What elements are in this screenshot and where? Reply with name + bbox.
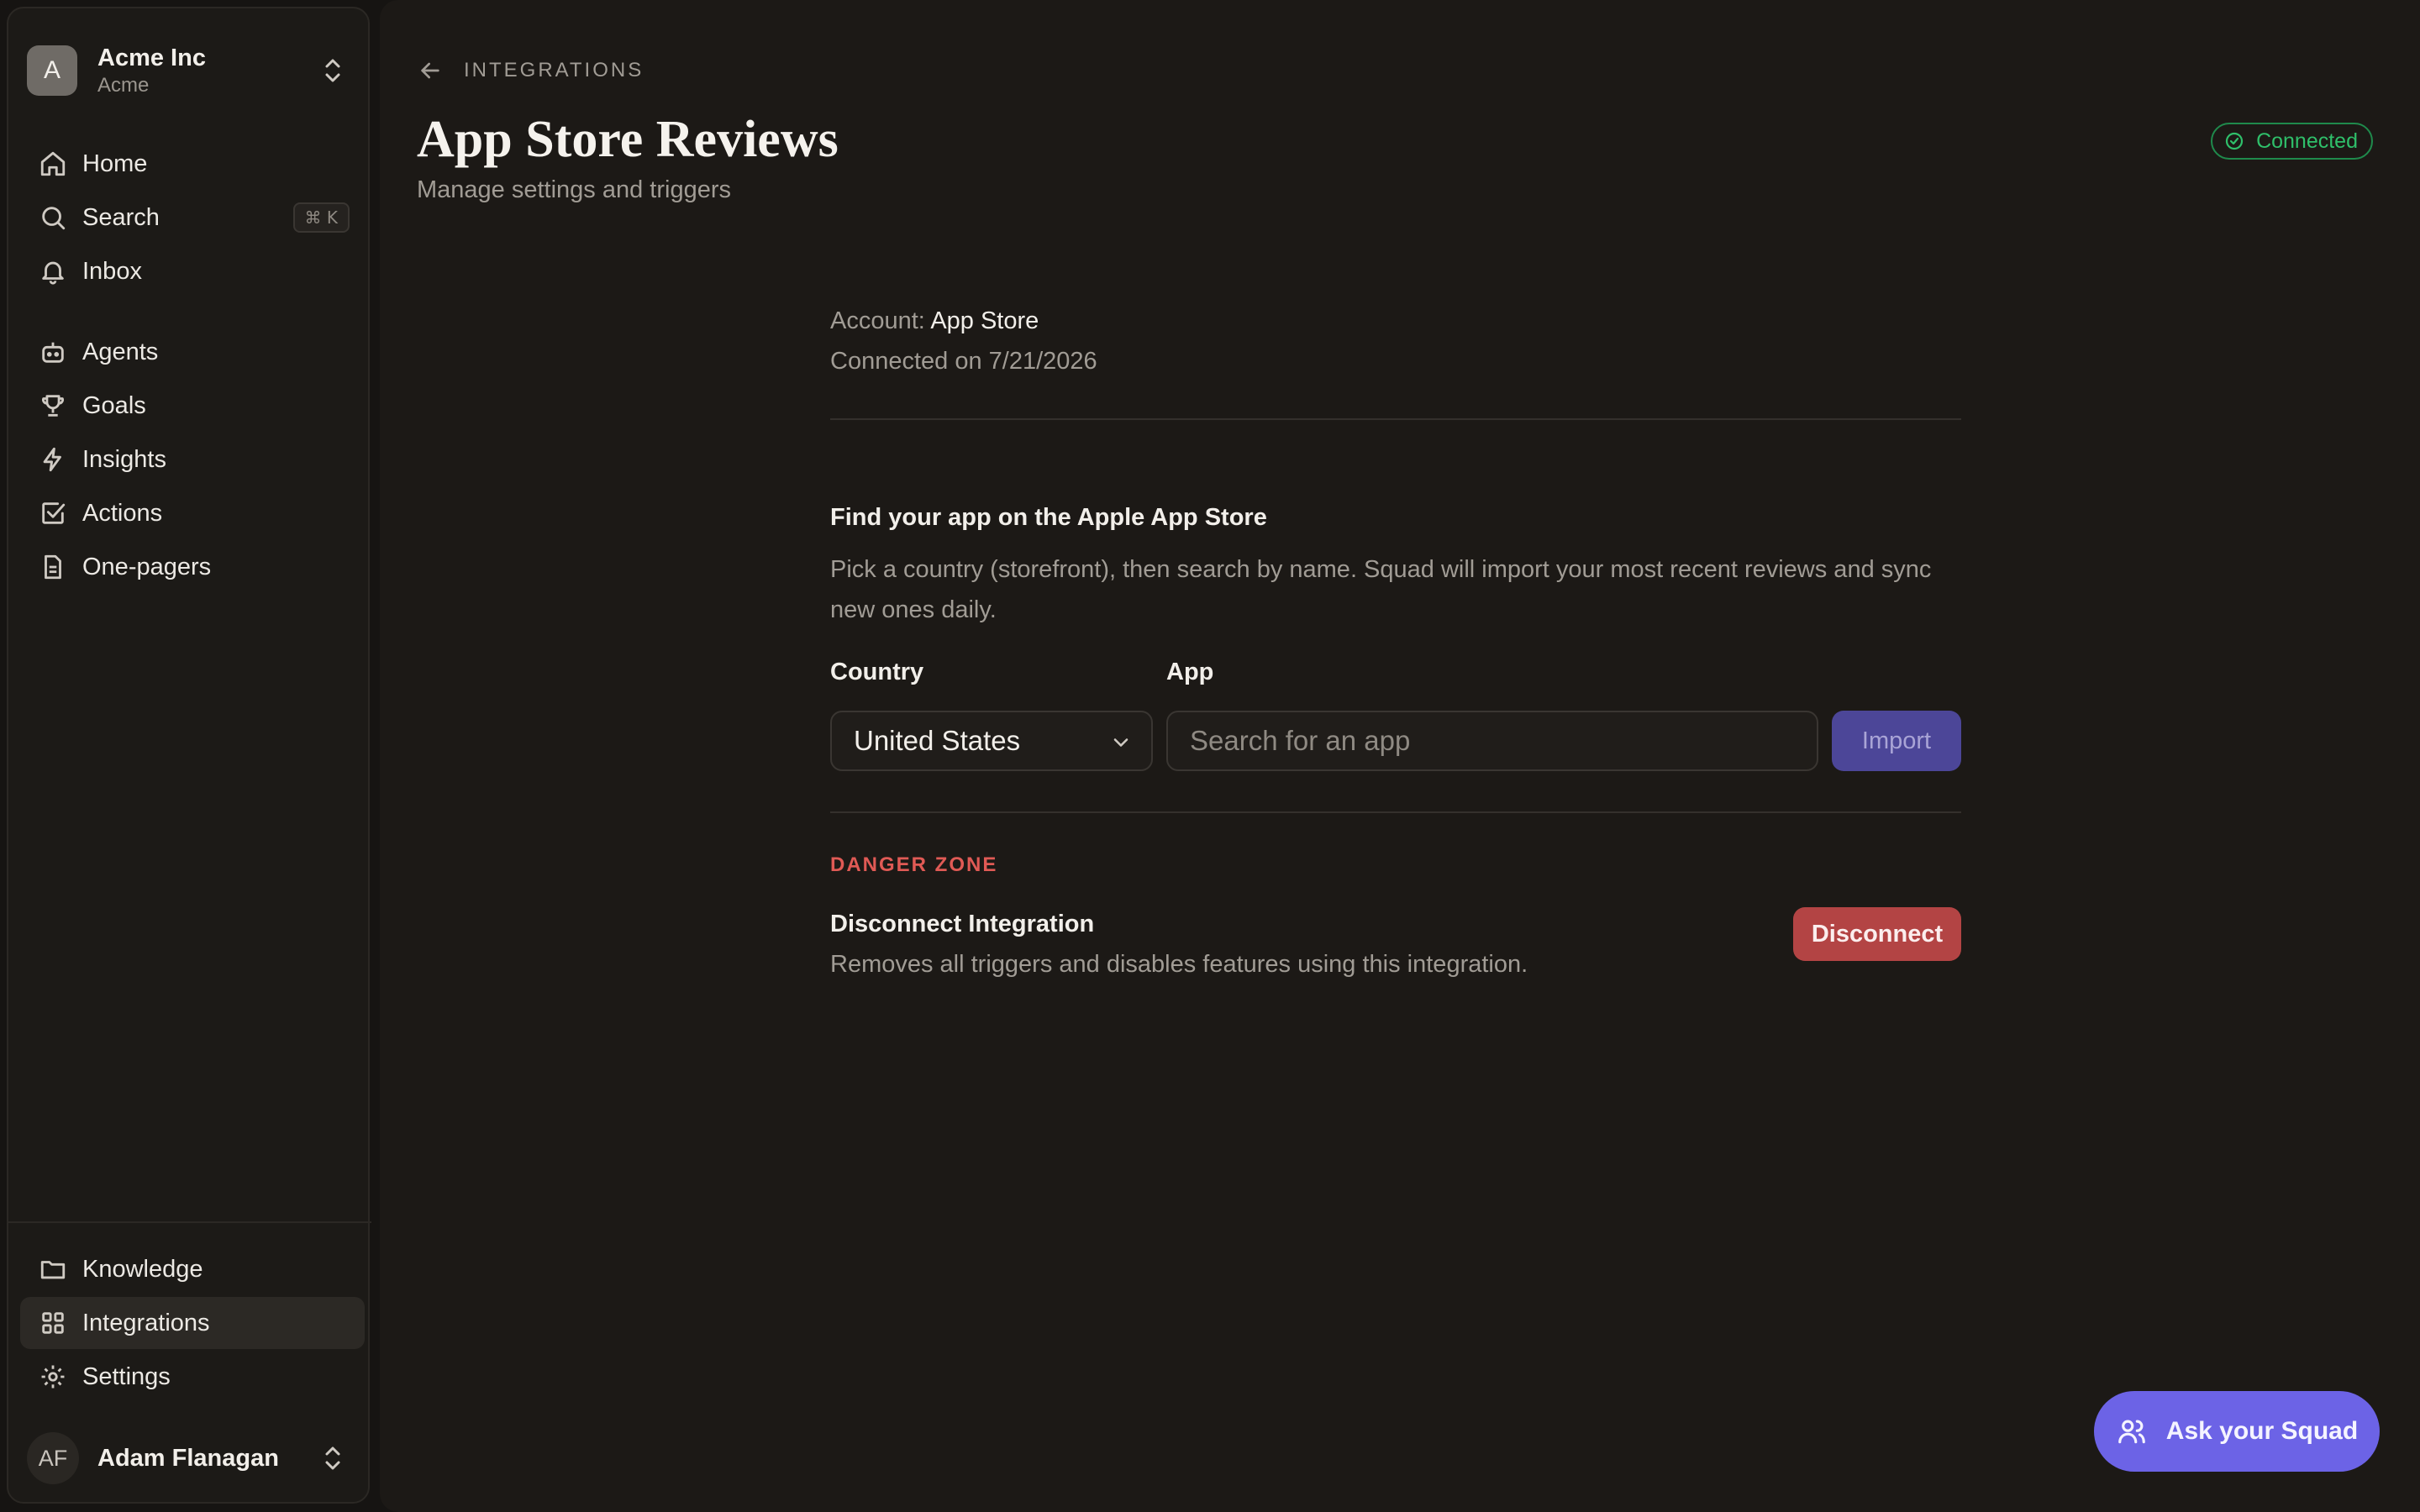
account-label: Account:	[830, 307, 925, 334]
sidebar-item-label: Insights	[82, 445, 166, 473]
lightning-icon	[43, 447, 61, 472]
find-app-description: Pick a country (storefront), then search…	[830, 556, 1932, 623]
bell-icon	[42, 261, 64, 285]
chevron-up-down-icon	[325, 1446, 340, 1470]
sidebar-item-label: Home	[82, 150, 148, 177]
page-title: App Store Reviews	[417, 111, 839, 168]
account-value: App Store	[930, 307, 1039, 334]
divider	[830, 811, 1961, 813]
org-name: Acme Inc	[97, 45, 206, 71]
sidebar-item-goals[interactable]: Goals	[20, 380, 365, 432]
status-label: Connected	[2256, 129, 2358, 153]
sidebar-item-label: Settings	[82, 1362, 171, 1390]
user-name: Adam Flanagan	[97, 1444, 279, 1472]
app-search-input[interactable]	[1166, 711, 1818, 771]
app-root: A Acme Inc Acme Home Search ⌘ K Inbox Ag…	[0, 0, 2420, 1512]
grid-icon	[42, 1312, 64, 1334]
sidebar-item-agents[interactable]: Agents	[20, 326, 365, 378]
robot-icon	[42, 342, 64, 363]
org-subtitle: Acme	[97, 74, 150, 97]
chevron-up-down-icon	[325, 59, 340, 82]
sidebar-item-label: Agents	[82, 338, 159, 365]
sidebar-item-label: Integrations	[82, 1309, 210, 1336]
sidebar-item-search[interactable]: Search ⌘ K	[20, 192, 365, 244]
status-badge: Connected	[2211, 123, 2373, 160]
find-app-title: Find your app on the Apple App Store	[830, 504, 1267, 531]
sidebar-item-integrations[interactable]: Integrations	[20, 1297, 365, 1349]
country-select-value: United States	[854, 725, 1021, 756]
sidebar-item-inbox[interactable]: Inbox	[20, 245, 365, 297]
trophy-icon	[42, 395, 64, 417]
keyboard-shortcut-badge: ⌘ K	[292, 202, 350, 233]
import-button[interactable]: Import	[1832, 711, 1961, 771]
arrow-left-icon	[421, 62, 439, 79]
gear-icon	[41, 1365, 65, 1389]
sidebar-item-insights[interactable]: Insights	[20, 433, 365, 486]
sidebar-item-label: One-pagers	[82, 553, 212, 580]
user-menu[interactable]: AF Adam Flanagan	[27, 1430, 353, 1487]
account-line: Account: App Store	[830, 307, 1039, 335]
breadcrumb-label: INTEGRATIONS	[464, 59, 644, 81]
ask-squad-label: Ask your Squad	[2165, 1417, 2359, 1445]
sidebar-item-label: Actions	[82, 499, 163, 527]
sidebar-item-actions[interactable]: Actions	[20, 487, 365, 539]
sidebar-divider	[8, 1221, 371, 1223]
disconnect-description: Removes all triggers and disables featur…	[830, 951, 1528, 978]
divider	[830, 418, 1961, 420]
sidebar-item-label: Search	[82, 203, 160, 231]
breadcrumb[interactable]: INTEGRATIONS	[417, 55, 644, 86]
country-select[interactable]: United States	[830, 711, 1153, 771]
sidebar-item-knowledge[interactable]: Knowledge	[20, 1243, 365, 1295]
sidebar-item-settings[interactable]: Settings	[20, 1351, 365, 1403]
danger-zone-label: DANGER ZONE	[830, 853, 998, 876]
app-label: App	[1166, 659, 1214, 685]
org-text: Acme Inc Acme	[97, 43, 321, 98]
disconnect-button[interactable]: Disconnect	[1793, 907, 1961, 961]
avatar: AF	[27, 1432, 79, 1484]
sidebar-item-label: Inbox	[82, 257, 142, 285]
connected-date: Connected on 7/21/2026	[830, 348, 1097, 375]
sidebar-item-label: Knowledge	[82, 1255, 203, 1283]
sidebar-item-one-pagers[interactable]: One-pagers	[20, 541, 365, 593]
home-icon	[40, 151, 66, 176]
org-avatar: A	[27, 45, 77, 96]
document-icon	[45, 554, 61, 580]
disconnect-title: Disconnect Integration	[830, 911, 1095, 937]
sidebar-item-label: Goals	[82, 391, 146, 419]
sidebar: A Acme Inc Acme Home Search ⌘ K Inbox Ag…	[7, 7, 371, 1504]
users-icon	[2118, 1420, 2145, 1444]
page-subtitle: Manage settings and triggers	[417, 176, 731, 203]
check-circle-icon	[2225, 132, 2244, 150]
country-label: Country	[830, 659, 924, 685]
main-content: INTEGRATIONS App Store Reviews Manage se…	[380, 0, 2420, 1512]
org-switcher[interactable]: A Acme Inc Acme	[27, 37, 353, 104]
checkbox-icon	[42, 502, 66, 524]
search-icon	[42, 207, 66, 230]
sidebar-item-home[interactable]: Home	[20, 138, 365, 190]
folder-icon	[40, 1261, 66, 1279]
ask-squad-button[interactable]: Ask your Squad	[2094, 1391, 2380, 1472]
chevron-down-icon	[1113, 738, 1128, 747]
